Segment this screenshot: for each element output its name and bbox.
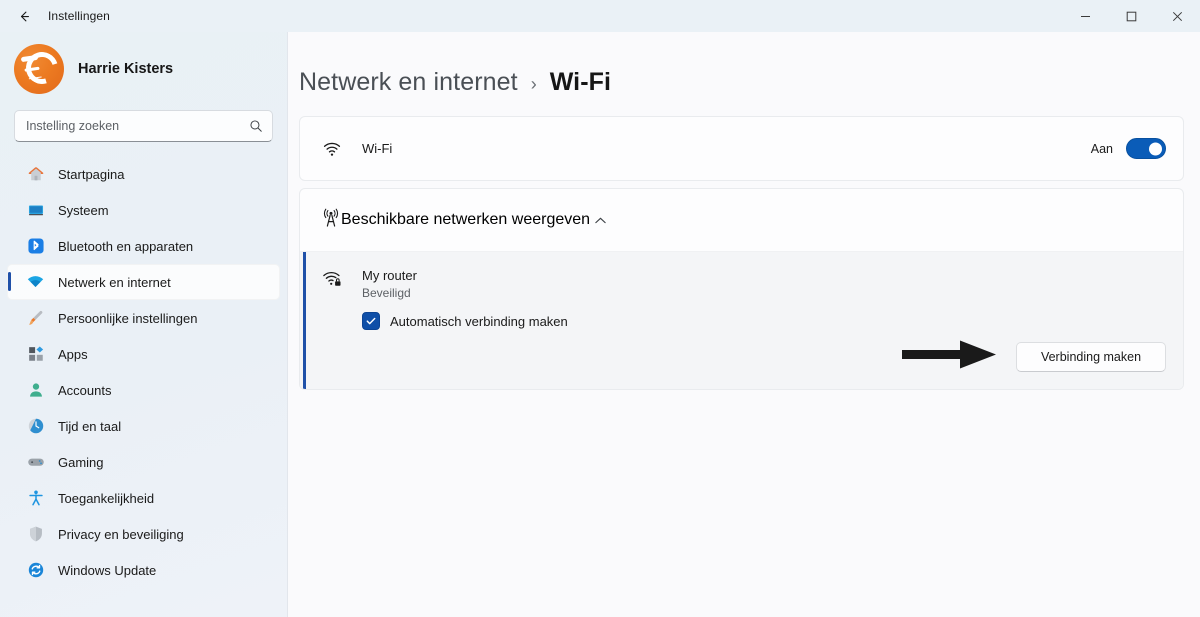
sidebar-item-label: Toegankelijkheid xyxy=(58,490,155,506)
sidebar-item-bluetooth-en-apparaten[interactable]: Bluetooth en apparaten xyxy=(7,228,280,264)
window-title: Instellingen xyxy=(48,9,110,23)
close-icon xyxy=(1172,11,1182,21)
search-wrapper xyxy=(0,104,287,156)
sidebar-nav: Startpagina Systeem Bluetooth en apparat… xyxy=(0,156,287,611)
avatar xyxy=(14,44,64,94)
sidebar-item-label: Startpagina xyxy=(58,166,125,182)
sidebar-item-label: Privacy en beveiliging xyxy=(58,526,184,542)
settings-window: Instellingen Harrie Kisters Instelling z… xyxy=(0,0,1200,617)
apps-grid-icon xyxy=(26,345,45,364)
network-primary-row: My router Beveiligd xyxy=(321,267,1166,302)
network-security-status: Beveiligd xyxy=(362,286,411,300)
window-body: Harrie Kisters Instelling zoeken Startpa… xyxy=(0,32,1200,617)
home-icon xyxy=(26,165,45,184)
auto-connect-checkbox[interactable] xyxy=(362,312,380,330)
wifi-label: Wi-Fi xyxy=(362,141,393,156)
wifi-secured-icon xyxy=(321,267,343,289)
back-arrow-icon xyxy=(20,11,29,21)
bluetooth-icon xyxy=(26,237,45,256)
available-networks-label: Beschikbare netwerken weergeven xyxy=(341,211,591,228)
sidebar-item-accounts[interactable]: Accounts xyxy=(7,372,280,408)
clock-icon xyxy=(26,417,45,436)
available-networks-header[interactable]: Beschikbare netwerken weergeven xyxy=(300,189,1183,251)
shield-icon xyxy=(26,525,45,544)
sidebar-item-label: Tijd en taal xyxy=(58,418,122,434)
sidebar-item-label: Bluetooth en apparaten xyxy=(58,238,194,254)
sidebar-item-startpagina[interactable]: Startpagina xyxy=(7,156,280,192)
back-button[interactable] xyxy=(6,2,42,30)
sidebar-item-label: Persoonlijke instellingen xyxy=(58,310,198,326)
accessibility-icon xyxy=(26,489,45,508)
wifi-toggle-card: Wi-Fi Aan xyxy=(299,116,1184,181)
sidebar-item-windows-update[interactable]: Windows Update xyxy=(7,552,280,588)
toggle-knob xyxy=(1149,142,1162,155)
sidebar-item-label: Apps xyxy=(58,346,88,362)
connect-button[interactable]: Verbinding maken xyxy=(1016,342,1166,372)
sidebar: Harrie Kisters Instelling zoeken Startpa… xyxy=(0,32,288,617)
sidebar-item-label: Netwerk en internet xyxy=(58,274,171,290)
close-button[interactable] xyxy=(1154,0,1200,32)
wifi-toggle-row: Wi-Fi Aan xyxy=(300,117,1183,180)
sidebar-item-label: Windows Update xyxy=(58,562,157,578)
wifi-icon xyxy=(321,139,343,159)
broadcast-tower-icon xyxy=(321,208,341,233)
network-actions: Verbinding maken xyxy=(321,340,1166,372)
update-refresh-icon xyxy=(26,561,45,580)
sidebar-item-tijd-en-taal[interactable]: Tijd en taal xyxy=(7,408,280,444)
sidebar-item-persoonlijke-instellingen[interactable]: Persoonlijke instellingen xyxy=(7,300,280,336)
sidebar-item-gaming[interactable]: Gaming xyxy=(7,444,280,480)
pointing-arrow-icon xyxy=(902,338,998,377)
window-controls xyxy=(1062,0,1200,32)
breadcrumb-separator-icon: › xyxy=(530,74,537,94)
maximize-icon xyxy=(1126,11,1136,21)
sidebar-item-label: Systeem xyxy=(58,202,109,218)
checkmark-icon xyxy=(366,317,376,325)
sidebar-item-label: Accounts xyxy=(58,382,112,398)
minimize-button[interactable] xyxy=(1062,0,1108,32)
maximize-button[interactable] xyxy=(1108,0,1154,32)
breadcrumb-parent[interactable]: Netwerk en internet xyxy=(299,68,518,97)
network-list: My router Beveiligd Automatisch verbindi… xyxy=(300,251,1183,389)
profile-name: Harrie Kisters xyxy=(78,61,174,77)
title-bar: Instellingen xyxy=(0,0,1200,32)
page-title: Wi-Fi xyxy=(549,68,612,96)
available-networks-trailing xyxy=(590,214,610,227)
available-networks-card: Beschikbare netwerken weergeven My route… xyxy=(299,188,1184,390)
wifi-toggle[interactable] xyxy=(1126,138,1166,159)
chevron-up-icon[interactable] xyxy=(590,214,610,227)
search-input[interactable] xyxy=(26,119,243,133)
network-name: My router xyxy=(362,268,417,283)
auto-connect-option[interactable]: Automatisch verbinding maken xyxy=(362,312,1166,330)
search-box[interactable] xyxy=(14,110,273,142)
sidebar-item-apps[interactable]: Apps xyxy=(7,336,280,372)
sidebar-item-toegankelijkheid[interactable]: Toegankelijkheid xyxy=(7,480,280,516)
wifi-toggle-state: Aan xyxy=(1090,141,1113,156)
list-item[interactable]: My router Beveiligd Automatisch verbindi… xyxy=(300,252,1183,389)
settings-cards: Wi-Fi Aan Beschikbare netwerken weergeve… xyxy=(288,116,1184,390)
sidebar-item-privacy-en-beveiliging[interactable]: Privacy en beveiliging xyxy=(7,516,280,552)
content-area: Netwerk en internet › Wi-Fi Wi-Fi Aan Be… xyxy=(288,32,1200,617)
wifi-toggle-trailing: Aan xyxy=(1091,138,1166,159)
sidebar-item-systeem[interactable]: Systeem xyxy=(7,192,280,228)
network-text: My router Beveiligd xyxy=(362,267,417,302)
paintbrush-icon xyxy=(26,309,45,328)
wifi-icon xyxy=(26,273,45,292)
gamepad-icon xyxy=(26,453,45,472)
profile-block[interactable]: Harrie Kisters xyxy=(0,32,287,104)
breadcrumb: Netwerk en internet › Wi-Fi xyxy=(288,32,1184,116)
monitor-icon xyxy=(26,201,45,220)
minimize-icon xyxy=(1080,15,1090,17)
person-icon xyxy=(26,381,45,400)
auto-connect-label: Automatisch verbinding maken xyxy=(390,313,568,329)
search-icon xyxy=(250,120,262,132)
sidebar-item-label: Gaming xyxy=(58,454,104,470)
sidebar-item-netwerk-en-internet[interactable]: Netwerk en internet xyxy=(7,264,280,300)
